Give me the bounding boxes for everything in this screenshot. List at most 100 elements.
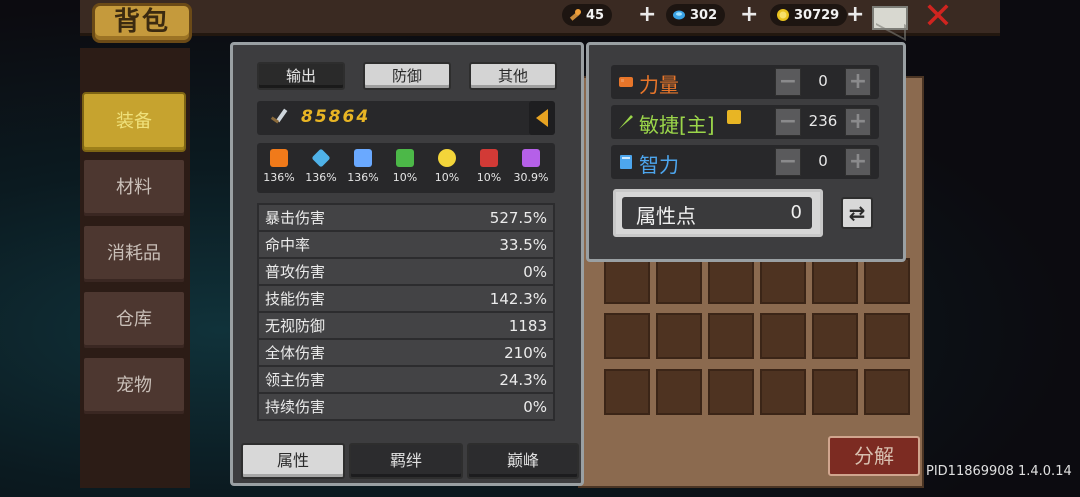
- stat-row: 全体伤害 210%: [259, 340, 553, 365]
- fist-icon: [619, 77, 633, 87]
- inventory-slot[interactable]: [708, 258, 754, 304]
- element-stat-value: 136%: [347, 171, 379, 184]
- sword-icon: [270, 108, 288, 124]
- element-stat: 10%: [427, 149, 467, 184]
- inventory-slot[interactable]: [812, 368, 858, 415]
- element-stat-value: 136%: [263, 171, 295, 184]
- tab-bonds[interactable]: 羁绊: [349, 443, 463, 479]
- ice-crystal-icon: [311, 148, 331, 168]
- stat-row: 暴击伤害 527.5%: [259, 205, 553, 230]
- resource-blue-gem-value: 302: [690, 7, 718, 23]
- stat-value: 33.5%: [499, 235, 547, 254]
- inventory-slot[interactable]: [604, 368, 650, 415]
- inventory-slot[interactable]: [708, 313, 754, 360]
- blue-gem-icon: [673, 10, 685, 20]
- resource-gold-coin: 30729: [770, 4, 848, 26]
- fire-icon: [270, 149, 288, 167]
- attribute-points-value: 0: [790, 202, 802, 223]
- purple-star-icon: [522, 149, 540, 167]
- inventory-slot[interactable]: [656, 368, 702, 415]
- inventory-grid: [604, 258, 910, 418]
- stat-row: 领主伤害 24.3%: [259, 367, 553, 392]
- dark-moon-icon: [480, 149, 498, 167]
- tab-output[interactable]: 输出: [257, 62, 345, 90]
- intelligence-minus-button[interactable]: −: [775, 148, 801, 176]
- element-stat-value: 10%: [476, 171, 502, 184]
- stat-value: 527.5%: [489, 208, 547, 227]
- stat-name: 普攻伤害: [265, 263, 326, 281]
- inventory-slot[interactable]: [864, 258, 910, 304]
- gold-coin-icon: [777, 9, 789, 21]
- add-gold-coin-button[interactable]: +: [846, 3, 864, 27]
- point-row-agility: 敏捷[主] − 236 +: [611, 105, 879, 139]
- inventory-slot[interactable]: [812, 313, 858, 360]
- attribute-points-box: 属性点 0: [613, 189, 823, 237]
- element-stat: 136%: [301, 148, 341, 184]
- agility-minus-button[interactable]: −: [775, 108, 801, 136]
- stat-value: 24.3%: [499, 370, 547, 389]
- agility-label: 敏捷[主]: [639, 113, 715, 137]
- stats-list: 暴击伤害 527.5% 命中率 33.5% 普攻伤害 0% 技能伤害 142.3% 无视防御 11…: [257, 203, 555, 421]
- stat-row: 无视防御 1183: [259, 313, 553, 338]
- add-blue-gem-button[interactable]: +: [740, 3, 758, 27]
- mail-icon[interactable]: [872, 6, 908, 30]
- inventory-slot[interactable]: [812, 258, 858, 304]
- inventory-slot[interactable]: [604, 258, 650, 304]
- element-stat-value: 30.9%: [513, 171, 549, 184]
- element-stat: 136%: [259, 149, 299, 184]
- reset-points-icon[interactable]: ⇄: [841, 197, 873, 229]
- fire-stick-icon: [569, 9, 581, 21]
- book-icon: [620, 155, 632, 169]
- strength-minus-button[interactable]: −: [775, 68, 801, 96]
- build-id: PID11869908 1.4.0.14: [926, 464, 1072, 479]
- stat-value: 0%: [523, 397, 547, 416]
- lightning-icon: [354, 149, 372, 167]
- stat-name: 全体伤害: [265, 344, 326, 362]
- resource-fire-stick-value: 45: [586, 7, 605, 23]
- inventory-slot[interactable]: [864, 313, 910, 360]
- sidebar-item-equipment[interactable]: 装备: [82, 92, 186, 152]
- inventory-slot[interactable]: [760, 368, 806, 415]
- inventory-slot[interactable]: [656, 313, 702, 360]
- attribute-points-label: 属性点: [636, 204, 696, 228]
- stat-value: 142.3%: [489, 289, 547, 308]
- points-panel: 力量 − 0 + 敏捷[主] − 236 + 智力 − 0 + 属性点 0 ⇄: [586, 42, 906, 262]
- resource-gold-coin-value: 30729: [794, 7, 840, 23]
- inventory-slot[interactable]: [760, 313, 806, 360]
- inventory-slot[interactable]: [604, 313, 650, 360]
- collapse-arrow-button[interactable]: [529, 101, 555, 135]
- stat-row: 持续伤害 0%: [259, 394, 553, 419]
- inventory-slot[interactable]: [864, 368, 910, 415]
- stat-row: 普攻伤害 0%: [259, 259, 553, 284]
- agility-plus-button[interactable]: +: [845, 108, 871, 136]
- tab-other[interactable]: 其他: [469, 62, 557, 90]
- agility-value: 236: [808, 112, 838, 130]
- element-stat: 10%: [469, 149, 509, 184]
- intelligence-label: 智力: [639, 153, 679, 177]
- sidebar-item-warehouse[interactable]: 仓库: [82, 290, 186, 350]
- tab-attributes[interactable]: 属性: [241, 443, 345, 479]
- sidebar-item-consumables[interactable]: 消耗品: [82, 224, 186, 284]
- stat-row: 命中率 33.5%: [259, 232, 553, 257]
- sidebar-item-pets[interactable]: 宠物: [82, 356, 186, 416]
- element-damage-row: 136% 136% 136% 10% 10% 10% 30.9%: [257, 143, 555, 193]
- inventory-slot[interactable]: [708, 368, 754, 415]
- attributes-panel: 输出 防御 其他 85864 136% 136% 136% 10% 10% 10% 30.9…: [230, 42, 584, 486]
- combat-power-value: 85864: [301, 107, 371, 127]
- inventory-slot[interactable]: [656, 258, 702, 304]
- element-stat: 10%: [385, 149, 425, 184]
- decompose-button[interactable]: 分解: [828, 436, 920, 476]
- stat-name: 技能伤害: [265, 290, 326, 308]
- resource-blue-gem: 302: [666, 4, 726, 26]
- add-fire-stick-button[interactable]: +: [638, 3, 656, 27]
- sidebar-item-materials[interactable]: 材料: [82, 158, 186, 218]
- stat-value: 1183: [508, 316, 547, 335]
- strength-plus-button[interactable]: +: [845, 68, 871, 96]
- tab-peak[interactable]: 巅峰: [467, 443, 579, 479]
- close-icon[interactable]: ✕: [920, 0, 956, 36]
- stat-name: 命中率: [265, 236, 311, 254]
- inventory-slot[interactable]: [760, 258, 806, 304]
- element-stat: 30.9%: [511, 149, 551, 184]
- intelligence-plus-button[interactable]: +: [845, 148, 871, 176]
- tab-defense[interactable]: 防御: [363, 62, 451, 90]
